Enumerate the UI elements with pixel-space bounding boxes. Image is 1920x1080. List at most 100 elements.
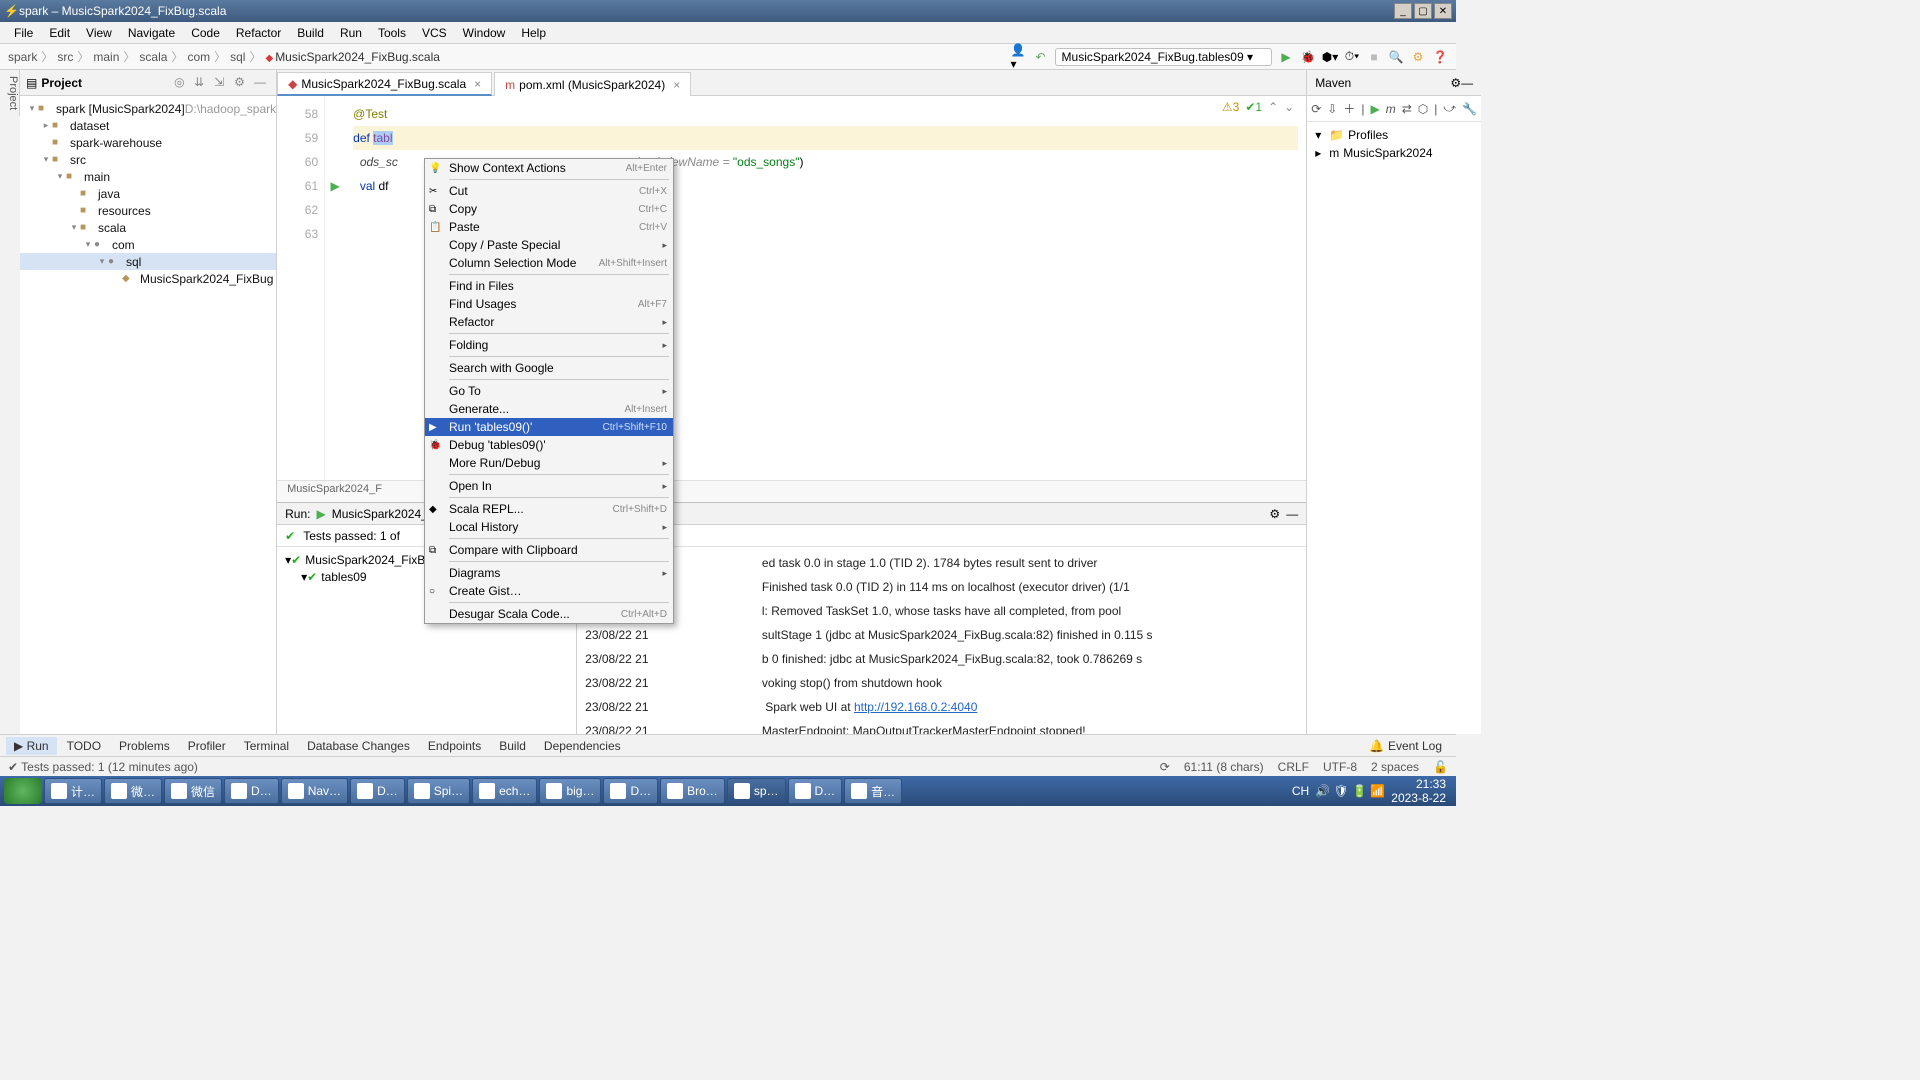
taskbar-app[interactable]: D…: [224, 778, 279, 804]
context-menu-item[interactable]: Desugar Scala Code...Ctrl+Alt+D: [425, 605, 673, 623]
tree-node[interactable]: ▾■src: [20, 151, 276, 168]
menu-build[interactable]: Build: [289, 24, 332, 42]
project-tool-button[interactable]: Project: [0, 70, 20, 116]
menu-tools[interactable]: Tools: [370, 24, 414, 42]
tree-node[interactable]: ◆MusicSpark2024_FixBug: [20, 270, 276, 287]
run-hide-icon[interactable]: —: [1286, 507, 1298, 521]
back-icon[interactable]: ↶: [1033, 49, 1049, 65]
maven-hide-icon[interactable]: —: [1461, 76, 1473, 90]
editor-tab[interactable]: mpom.xml (MusicSpark2024)×: [494, 72, 691, 96]
tree-node[interactable]: ■resources: [20, 202, 276, 219]
breadcrumb-item[interactable]: com: [187, 50, 210, 64]
tree-node[interactable]: ▸■dataset: [20, 117, 276, 134]
context-menu-item[interactable]: Local History▸: [425, 518, 673, 536]
bottom-tab-problems[interactable]: Problems: [111, 737, 178, 755]
maven-exec-icon[interactable]: m: [1386, 102, 1396, 116]
project-expand-icon[interactable]: ⇲: [214, 75, 230, 91]
maven-generate-icon[interactable]: ⇩: [1327, 102, 1337, 116]
debug-button[interactable]: 🐞: [1300, 49, 1316, 65]
status-git-icon[interactable]: ⟳: [1160, 760, 1170, 774]
maven-node[interactable]: ▾📁Profiles: [1311, 126, 1477, 144]
console-output[interactable]: 23/08/22 21 ed task 0.0 in stage 1.0 (TI…: [577, 547, 1306, 734]
maven-settings-icon[interactable]: ⚙: [1450, 76, 1461, 90]
menu-navigate[interactable]: Navigate: [120, 24, 183, 42]
maven-add-icon[interactable]: ＋: [1343, 100, 1355, 117]
menu-code[interactable]: Code: [183, 24, 228, 42]
tree-node[interactable]: ▾●sql: [20, 253, 276, 270]
breadcrumb-item[interactable]: scala: [139, 50, 167, 64]
maven-toggle-icon[interactable]: ⇄: [1402, 102, 1412, 116]
status-readonly-icon[interactable]: 🔓: [1433, 760, 1448, 774]
context-menu-item[interactable]: ✂CutCtrl+X: [425, 182, 673, 200]
minimize-button[interactable]: _: [1394, 3, 1412, 19]
tree-node[interactable]: ▾■spark [MusicSpark2024] D:\hadoop_spark: [20, 100, 276, 117]
context-menu-item[interactable]: ▶Run 'tables09()'Ctrl+Shift+F10: [425, 418, 673, 436]
start-button[interactable]: [4, 778, 42, 804]
menu-run[interactable]: Run: [332, 24, 370, 42]
taskbar-app[interactable]: 计…: [44, 778, 102, 804]
maven-node[interactable]: ▸mMusicSpark2024: [1311, 144, 1477, 162]
project-settings-icon[interactable]: ⚙: [234, 75, 250, 91]
context-menu-item[interactable]: Folding▸: [425, 336, 673, 354]
bottom-tab-database-changes[interactable]: Database Changes: [299, 737, 418, 755]
stop-button[interactable]: ■: [1366, 49, 1382, 65]
context-menu-item[interactable]: Find UsagesAlt+F7: [425, 295, 673, 313]
menu-window[interactable]: Window: [455, 24, 514, 42]
user-icon[interactable]: 👤▾: [1011, 49, 1027, 65]
menu-file[interactable]: File: [6, 24, 41, 42]
context-menu-item[interactable]: Copy / Paste Special▸: [425, 236, 673, 254]
taskbar-app[interactable]: Spi…: [407, 778, 470, 804]
context-menu-item[interactable]: More Run/Debug▸: [425, 454, 673, 472]
taskbar-app[interactable]: Nav…: [281, 778, 348, 804]
tray-lang[interactable]: CH: [1292, 784, 1309, 798]
bottom-tab-dependencies[interactable]: Dependencies: [536, 737, 629, 755]
profile-button[interactable]: ⏱▾: [1344, 49, 1360, 65]
maven-offline-icon[interactable]: ⬡: [1418, 102, 1428, 116]
menu-edit[interactable]: Edit: [41, 24, 78, 42]
bottom-tab-todo[interactable]: TODO: [59, 737, 109, 755]
context-menu-item[interactable]: Find in Files: [425, 277, 673, 295]
context-menu-item[interactable]: Diagrams▸: [425, 564, 673, 582]
maven-skip-icon[interactable]: ⤻: [1443, 101, 1456, 116]
context-menu-item[interactable]: Generate...Alt+Insert: [425, 400, 673, 418]
bottom-tab-build[interactable]: Build: [491, 737, 534, 755]
status-eol[interactable]: CRLF: [1278, 760, 1309, 774]
taskbar-app[interactable]: D…: [350, 778, 405, 804]
tree-node[interactable]: ▾■scala: [20, 219, 276, 236]
search-button[interactable]: 🔍: [1388, 49, 1404, 65]
maven-wrench-icon[interactable]: 🔧: [1462, 102, 1477, 116]
project-hide-icon[interactable]: —: [254, 75, 270, 91]
status-indent[interactable]: 2 spaces: [1371, 760, 1419, 774]
more-button[interactable]: ❓: [1432, 49, 1448, 65]
context-menu-item[interactable]: Column Selection ModeAlt+Shift+Insert: [425, 254, 673, 272]
context-menu-item[interactable]: 📋PasteCtrl+V: [425, 218, 673, 236]
context-menu-item[interactable]: 🐞Debug 'tables09()': [425, 436, 673, 454]
close-button[interactable]: ✕: [1434, 3, 1452, 19]
editor-tab[interactable]: ◆MusicSpark2024_FixBug.scala×: [277, 72, 492, 96]
editor-context-menu[interactable]: 💡Show Context ActionsAlt+Enter ✂CutCtrl+X…: [424, 158, 674, 624]
run-button[interactable]: ▶: [1278, 49, 1294, 65]
bottom-tab-terminal[interactable]: Terminal: [236, 737, 297, 755]
bottom-tab-endpoints[interactable]: Endpoints: [420, 737, 489, 755]
context-menu-item[interactable]: 💡Show Context ActionsAlt+Enter: [425, 159, 673, 177]
taskbar-app[interactable]: 微信: [164, 778, 222, 804]
taskbar-app[interactable]: ech…: [472, 778, 537, 804]
breadcrumb-item[interactable]: main: [93, 50, 119, 64]
taskbar-app[interactable]: Bro…: [660, 778, 725, 804]
tree-node[interactable]: ▾●com: [20, 236, 276, 253]
coverage-button[interactable]: ⬢▾: [1322, 49, 1338, 65]
taskbar-app[interactable]: 音…: [844, 778, 902, 804]
tray-icons[interactable]: 🔊 🛡 🔋 📶: [1315, 784, 1385, 798]
run-config-select[interactable]: MusicSpark2024_FixBug.tables09 ▾: [1055, 48, 1272, 66]
context-menu-item[interactable]: Search with Google: [425, 359, 673, 377]
editor-inspection-hints[interactable]: ⚠3 ✔1 ⌃⌄: [1222, 100, 1294, 114]
breadcrumb-item[interactable]: sql: [230, 50, 245, 64]
context-menu-item[interactable]: ⧉CopyCtrl+C: [425, 200, 673, 218]
tree-node[interactable]: ■java: [20, 185, 276, 202]
taskbar-app[interactable]: D…: [603, 778, 658, 804]
tree-node[interactable]: ▾■main: [20, 168, 276, 185]
context-menu-item[interactable]: Refactor▸: [425, 313, 673, 331]
menu-view[interactable]: View: [78, 24, 120, 42]
run-settings-icon[interactable]: ⚙: [1269, 507, 1280, 521]
context-menu-item[interactable]: ⧉Compare with Clipboard: [425, 541, 673, 559]
